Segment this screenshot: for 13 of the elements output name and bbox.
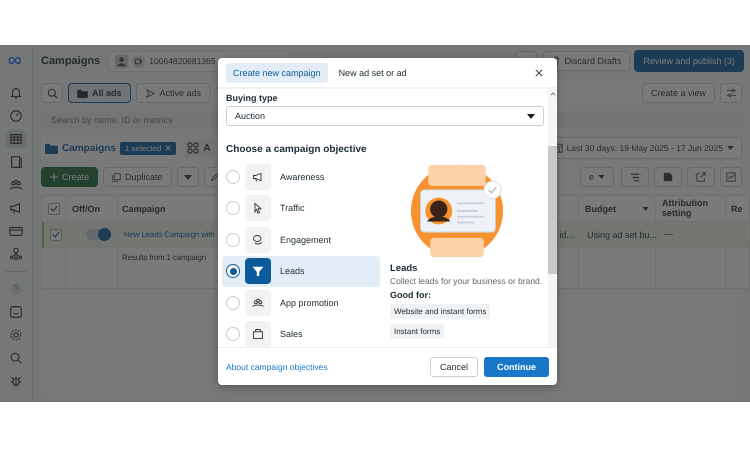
objective-title: Leads: [390, 263, 418, 274]
use-case-tag: Instant forms: [390, 324, 444, 340]
table-cell: id...: [559, 230, 574, 240]
results-summary: Results from 1 campaign: [122, 253, 206, 262]
field-label: Buying type: [226, 93, 279, 103]
table-cell: Using ad set bu...: [587, 230, 657, 240]
page-title: Campaigns: [41, 55, 100, 67]
table-cell: —: [664, 230, 673, 240]
good-for-label: Good for:: [390, 290, 432, 300]
account-id: 10064820681365: [149, 56, 216, 66]
use-case-tag: Website and instant forms: [390, 304, 490, 320]
section-heading: Choose a campaign objective: [226, 144, 368, 155]
objective-description: Collect leads for your business or brand.: [390, 276, 544, 288]
